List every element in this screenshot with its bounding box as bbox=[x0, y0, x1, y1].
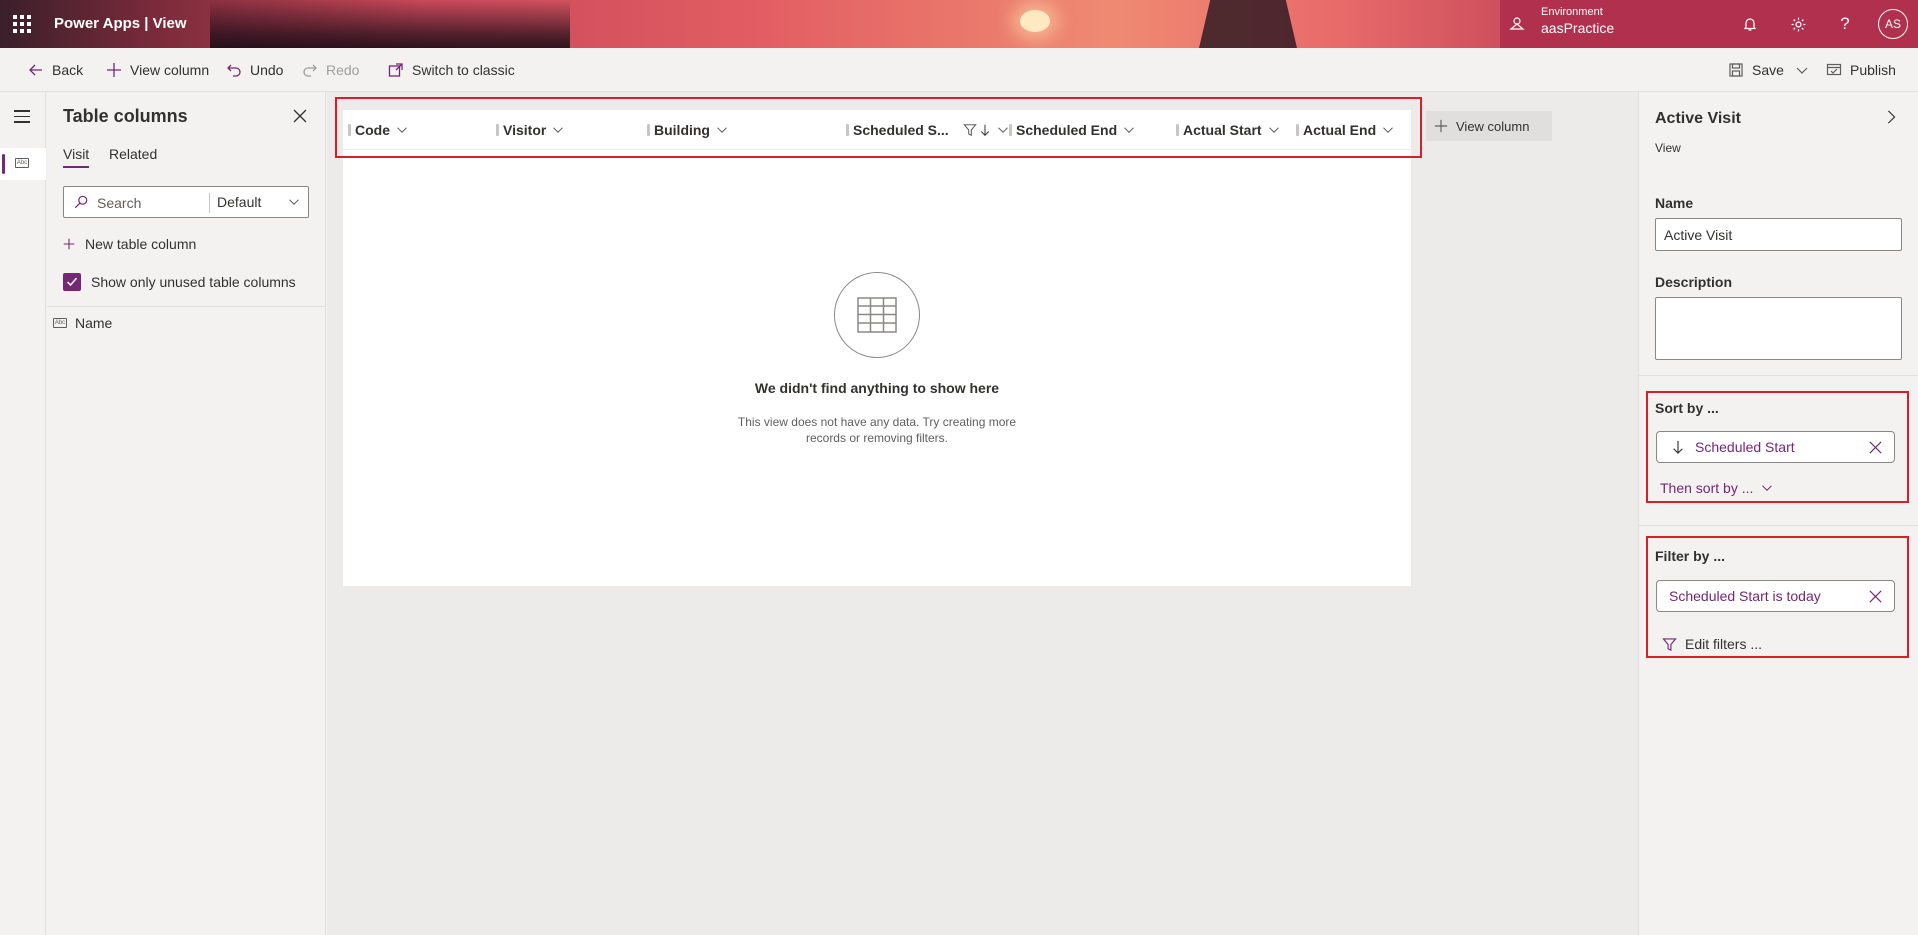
column-list-item[interactable]: Abc Name bbox=[53, 315, 112, 331]
table-columns-panel: Table columns Visit Related Default New … bbox=[47, 92, 326, 935]
back-button[interactable]: Back bbox=[28, 58, 83, 82]
remove-filter-close-icon[interactable] bbox=[1869, 590, 1882, 603]
chevron-down-icon bbox=[1762, 485, 1773, 491]
publish-icon bbox=[1826, 63, 1842, 76]
properties-divider bbox=[1639, 525, 1918, 526]
environment-icon[interactable] bbox=[1509, 15, 1525, 31]
app-title[interactable]: Power Apps | View bbox=[54, 15, 187, 32]
redo-button[interactable]: Redo bbox=[302, 58, 359, 82]
app-header: Power Apps | View Environment aasPractic… bbox=[0, 0, 1918, 48]
chevron-down-icon[interactable] bbox=[288, 196, 300, 208]
show-unused-label: Show only unused table columns bbox=[91, 274, 296, 290]
view-column-button[interactable]: View column bbox=[106, 58, 209, 82]
undo-label: Undo bbox=[250, 62, 284, 78]
description-textarea[interactable] bbox=[1655, 297, 1902, 360]
publish-button[interactable]: Publish bbox=[1826, 58, 1896, 82]
left-navigation-rail: Abc bbox=[0, 92, 46, 935]
redo-icon bbox=[303, 64, 317, 77]
redo-label: Redo bbox=[326, 62, 360, 78]
search-divider bbox=[209, 193, 210, 213]
name-label: Name bbox=[1655, 195, 1694, 211]
back-arrow-icon bbox=[29, 64, 42, 76]
header-background-image bbox=[210, 0, 570, 48]
empty-state-description: This view does not have any data. Try cr… bbox=[737, 415, 1017, 445]
then-sort-by-button[interactable]: Then sort by ... bbox=[1660, 480, 1773, 496]
search-icon bbox=[74, 195, 88, 209]
add-icon bbox=[107, 63, 121, 77]
header-background-tower bbox=[1199, 0, 1297, 48]
text-field-abc-icon: Abc bbox=[53, 318, 67, 328]
close-icon[interactable] bbox=[292, 108, 308, 124]
header-background-sun bbox=[1020, 10, 1050, 32]
app-launcher-icon[interactable] bbox=[13, 15, 31, 33]
filter-chip-label: Scheduled Start is today bbox=[1669, 588, 1821, 604]
column-search-box: Default bbox=[63, 186, 309, 218]
sort-descending-arrow-icon bbox=[1673, 440, 1683, 454]
notifications-icon[interactable] bbox=[1740, 14, 1760, 34]
undo-icon bbox=[227, 64, 241, 77]
sort-by-label: Sort by ... bbox=[1655, 400, 1719, 416]
filter-icon bbox=[1662, 637, 1677, 651]
environment-label: Environment bbox=[1541, 6, 1603, 18]
then-sort-by-label: Then sort by ... bbox=[1660, 480, 1754, 496]
show-unused-checkbox[interactable]: Show only unused table columns bbox=[63, 273, 296, 291]
collapse-panel-chevron-icon[interactable] bbox=[1884, 110, 1898, 124]
switch-classic-label: Switch to classic bbox=[412, 62, 515, 78]
name-input[interactable] bbox=[1655, 218, 1902, 251]
undo-button[interactable]: Undo bbox=[226, 58, 283, 82]
add-icon bbox=[63, 238, 75, 250]
empty-state-title: We didn't find anything to show here bbox=[754, 380, 1000, 396]
add-view-column-button[interactable]: View column bbox=[1426, 111, 1552, 141]
settings-gear-icon[interactable] bbox=[1788, 14, 1808, 34]
column-headers-highlight bbox=[335, 97, 1422, 158]
save-icon bbox=[1729, 63, 1743, 77]
text-field-abc-icon: Abc bbox=[15, 158, 29, 168]
column-list-item-label: Name bbox=[75, 315, 113, 331]
view-column-label: View column bbox=[130, 62, 210, 78]
add-view-column-label: View column bbox=[1456, 118, 1530, 134]
new-table-column-button[interactable]: New table column bbox=[63, 236, 196, 252]
save-dropdown-chevron-icon[interactable] bbox=[1794, 58, 1810, 82]
publish-label: Publish bbox=[1850, 62, 1896, 78]
save-label: Save bbox=[1752, 62, 1784, 78]
checkbox-checked-icon bbox=[63, 273, 81, 291]
sort-chip-label: Scheduled Start bbox=[1695, 439, 1795, 455]
table-columns-nav-button[interactable]: Abc bbox=[0, 148, 46, 180]
properties-divider bbox=[1639, 375, 1918, 376]
command-bar: Back View column Undo Redo Switch to cla… bbox=[0, 48, 1918, 92]
properties-title: Active Visit bbox=[1655, 110, 1741, 127]
new-table-column-label: New table column bbox=[85, 236, 197, 252]
panel-divider bbox=[47, 306, 326, 307]
tab-related[interactable]: Related bbox=[109, 146, 157, 162]
help-icon[interactable]: ? bbox=[1835, 14, 1855, 34]
edit-filters-button[interactable]: Edit filters ... bbox=[1662, 636, 1762, 652]
column-filter-dropdown[interactable]: Default bbox=[217, 194, 261, 210]
add-icon bbox=[1434, 119, 1448, 133]
tab-visit[interactable]: Visit bbox=[63, 146, 90, 168]
switch-to-classic-button[interactable]: Switch to classic bbox=[388, 58, 515, 82]
save-button[interactable]: Save bbox=[1728, 58, 1784, 82]
environment-name[interactable]: aasPractice bbox=[1541, 20, 1614, 36]
filter-chip[interactable]: Scheduled Start is today bbox=[1656, 580, 1895, 612]
user-avatar[interactable]: AS bbox=[1878, 9, 1908, 39]
hamburger-menu-icon[interactable] bbox=[14, 110, 30, 123]
properties-subtitle: View bbox=[1655, 141, 1681, 155]
edit-filters-label: Edit filters ... bbox=[1685, 636, 1763, 652]
panel-title: Table columns bbox=[63, 106, 188, 126]
empty-grid-table-icon bbox=[834, 272, 920, 358]
description-label: Description bbox=[1655, 274, 1733, 290]
filter-by-label: Filter by ... bbox=[1655, 548, 1726, 564]
search-input[interactable] bbox=[97, 193, 215, 213]
remove-sort-close-icon[interactable] bbox=[1869, 441, 1882, 454]
back-label: Back bbox=[52, 62, 84, 78]
sort-chip[interactable]: Scheduled Start bbox=[1656, 431, 1895, 463]
switch-classic-icon bbox=[388, 63, 403, 77]
